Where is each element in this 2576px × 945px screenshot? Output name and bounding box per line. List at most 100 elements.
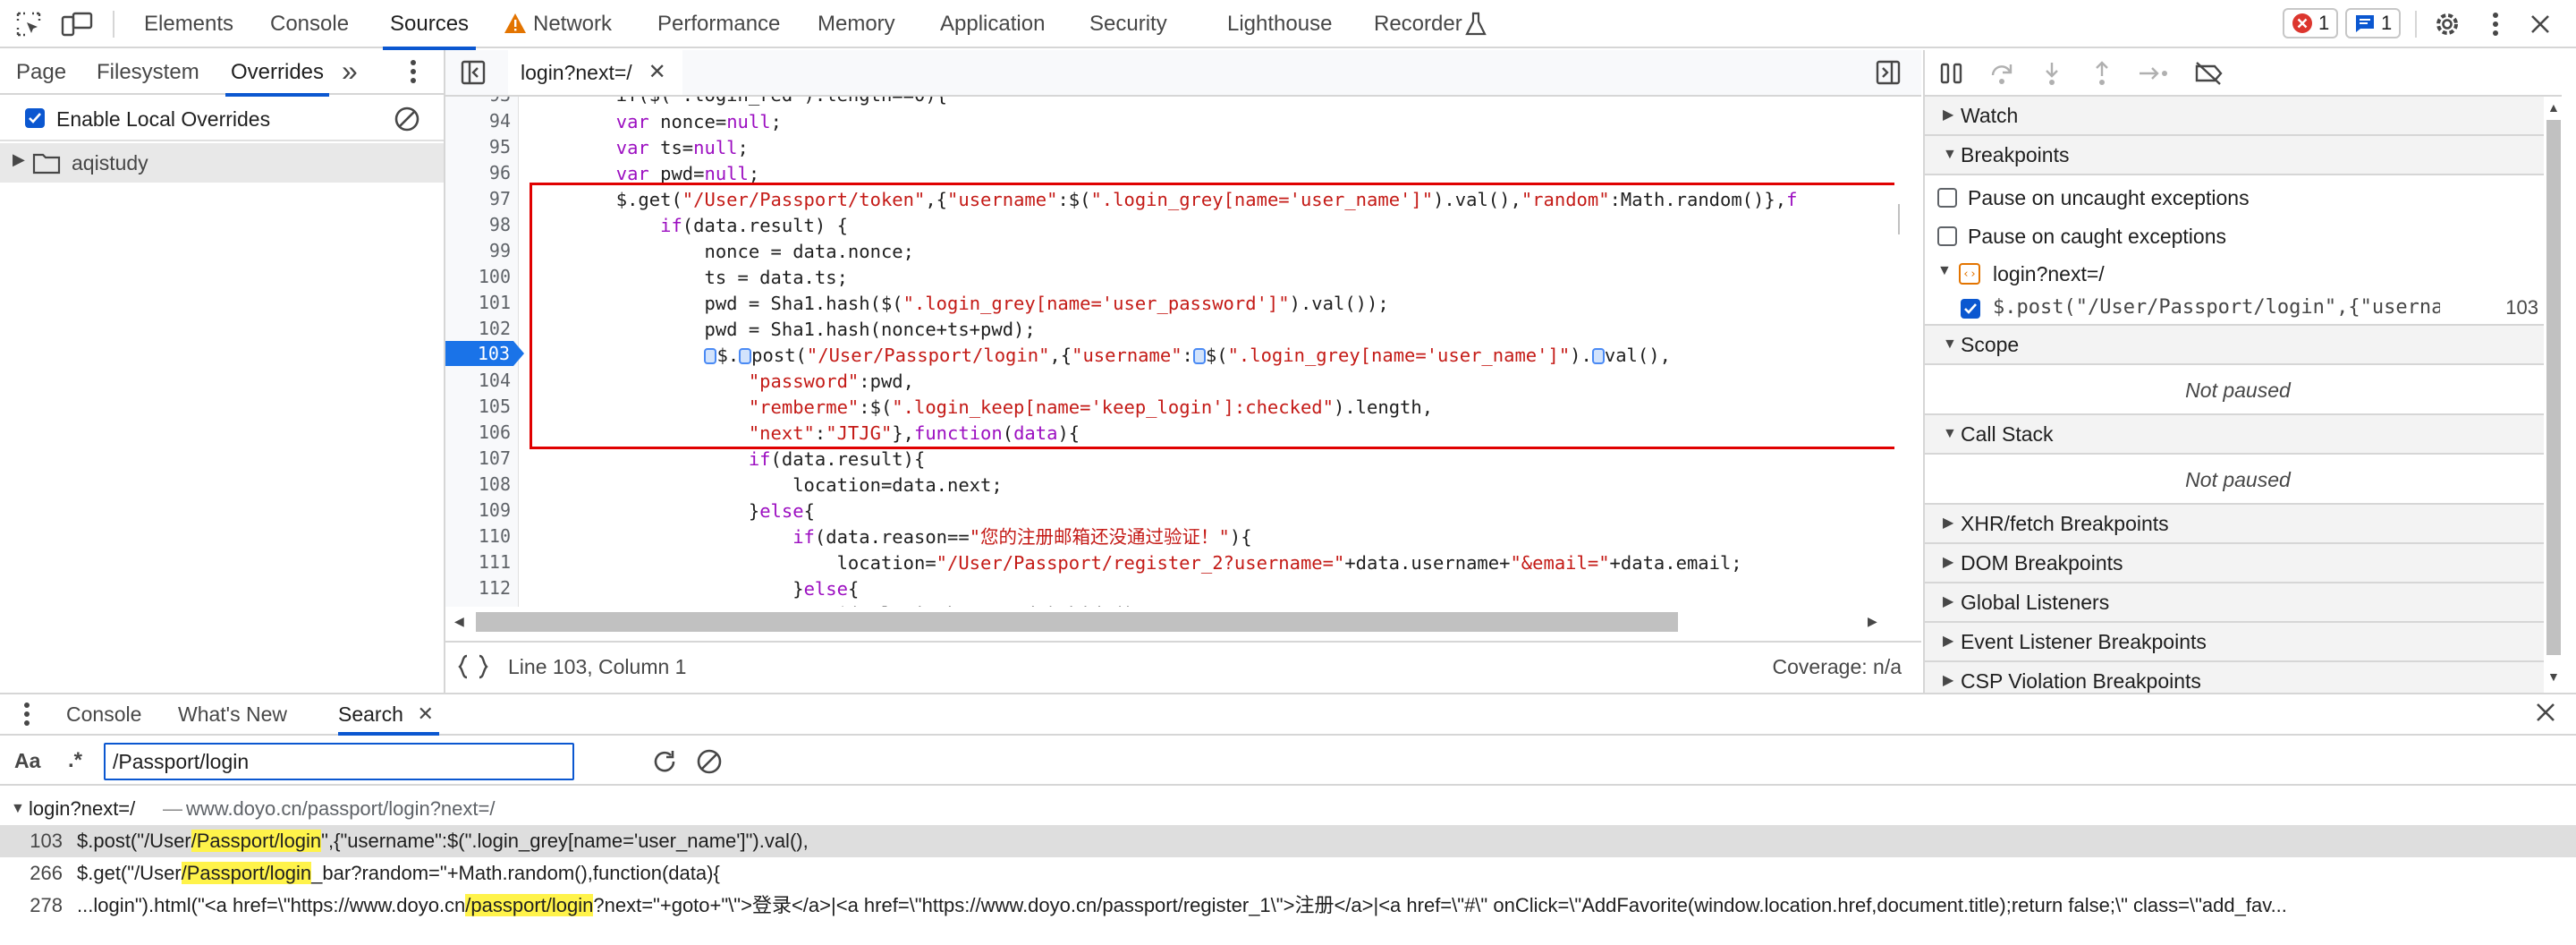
coverage-status[interactable]: Coverage: n/a — [1773, 643, 1902, 691]
search-input[interactable] — [104, 743, 574, 780]
refresh-search-icon[interactable] — [651, 748, 678, 775]
debugger-scroll-down-icon[interactable]: ▼ — [2547, 669, 2560, 684]
breakpoint-checkbox[interactable] — [1961, 299, 1980, 319]
csp-violation-breakpoints-section[interactable]: ▶ CSP Violation Breakpoints — [1925, 662, 2551, 693]
tab-elements[interactable]: Elements — [144, 0, 233, 48]
collapse-arrow-icon[interactable]: ▼ — [1937, 263, 1952, 279]
navigator-menu-icon[interactable] — [410, 59, 417, 84]
drawer-tab-search[interactable]: Search ✕ — [338, 694, 439, 736]
tab-recorder[interactable]: Recorder — [1374, 0, 1462, 48]
line-number[interactable]: 111 — [479, 551, 511, 573]
debugger-scrollbar-thumb[interactable] — [2546, 120, 2561, 655]
line-number[interactable]: 98 — [489, 214, 511, 235]
pause-uncaught-row[interactable]: Pause on uncaught exceptions — [1925, 177, 2551, 218]
scrollbar-thumb[interactable] — [1898, 204, 1900, 234]
line-number[interactable]: 100 — [479, 266, 511, 287]
call-stack-section[interactable]: ▼ Call Stack — [1925, 415, 2551, 455]
close-devtools-icon[interactable] — [2522, 7, 2558, 41]
horizontal-scrollbar[interactable]: ◀ ▶ — [445, 609, 1900, 635]
tab-console[interactable]: Console — [270, 0, 349, 48]
settings-gear-icon[interactable] — [2429, 7, 2465, 41]
line-number[interactable]: 108 — [479, 473, 511, 495]
line-number[interactable]: 97 — [489, 188, 511, 209]
debugger-scrollbar[interactable]: ▲ ▼ — [2544, 97, 2562, 693]
clear-search-icon[interactable] — [696, 748, 723, 775]
regex-button[interactable]: .* — [68, 736, 82, 786]
nav-tab-page[interactable]: Page — [16, 50, 66, 95]
xhr-breakpoints-section[interactable]: ▶ XHR/fetch Breakpoints — [1925, 505, 2551, 544]
device-toolbar-icon[interactable] — [59, 7, 95, 41]
pause-caught-row[interactable]: Pause on caught exceptions — [1925, 217, 2551, 256]
close-drawer-icon[interactable] — [2535, 702, 2556, 723]
drawer-menu-icon[interactable] — [23, 702, 30, 727]
inspect-element-icon[interactable] — [11, 7, 47, 41]
line-number[interactable]: 107 — [479, 447, 511, 469]
tab-application[interactable]: Application — [940, 0, 1045, 48]
event-listener-breakpoints-section[interactable]: ▶ Event Listener Breakpoints — [1925, 623, 2551, 662]
code-lines[interactable]: if($(".login_red").length==0){ var nonce… — [528, 97, 1869, 607]
line-number[interactable]: 94 — [489, 110, 511, 132]
scroll-left-arrow-icon[interactable]: ◀ — [454, 614, 464, 629]
scope-section[interactable]: ▼ Scope — [1925, 326, 2551, 365]
tab-lighthouse[interactable]: Lighthouse — [1227, 0, 1332, 48]
tab-performance[interactable]: Performance — [657, 0, 780, 48]
result-collapse-icon[interactable]: ▼ — [11, 793, 25, 825]
search-result-file[interactable]: ▼ login?next=/ — www.doyo.cn/passport/lo… — [0, 793, 2576, 825]
vertical-scrollbar[interactable]: ▲ ▼ — [1894, 97, 1900, 607]
deactivate-breakpoints-icon[interactable] — [2193, 61, 2224, 86]
pause-caught-checkbox[interactable] — [1937, 226, 1957, 246]
code-editor[interactable]: 93 94 95 96 97 98 99 100 101 102 103 104… — [445, 97, 1900, 607]
tab-sources[interactable]: Sources — [382, 0, 477, 50]
tab-memory[interactable]: Memory — [818, 0, 895, 48]
drawer-tab-whats-new[interactable]: What's New — [178, 694, 287, 734]
pause-resume-icon[interactable] — [1939, 61, 1964, 86]
more-tabs-chevron-icon[interactable]: » — [342, 50, 358, 95]
search-result-line[interactable]: 278 ...login").html("<a href=\"https://ww… — [0, 890, 2576, 922]
match-case-button[interactable]: Aa — [14, 736, 40, 786]
line-number[interactable]: 106 — [479, 421, 511, 443]
line-number[interactable]: 96 — [489, 162, 511, 183]
pretty-print-icon[interactable] — [458, 654, 488, 679]
watch-section[interactable]: ▶ Watch — [1925, 97, 2551, 136]
expand-arrow-icon[interactable]: ▶ — [13, 150, 25, 169]
line-number[interactable]: 105 — [479, 396, 511, 417]
close-tab-icon[interactable]: ✕ — [648, 50, 666, 95]
nav-tab-filesystem[interactable]: Filesystem — [97, 50, 199, 95]
breakpoints-section[interactable]: ▼ Breakpoints — [1925, 136, 2551, 175]
line-number[interactable]: 109 — [479, 499, 511, 521]
debugger-scroll-up-icon[interactable]: ▲ — [2547, 100, 2560, 115]
file-tab-login[interactable]: login?next=/ ✕ — [508, 50, 682, 95]
search-result-line[interactable]: 103 $.post("/User/Passport/login",{"usern… — [0, 825, 2576, 857]
nav-tab-overrides[interactable]: Overrides — [225, 50, 330, 97]
search-result-line[interactable]: 266 $.get("/User/Passport/login_bar?rando… — [0, 857, 2576, 890]
toggle-navigator-icon[interactable] — [460, 59, 487, 86]
line-number-gutter[interactable]: 93 94 95 96 97 98 99 100 101 102 103 104… — [445, 97, 524, 607]
pause-uncaught-checkbox[interactable] — [1937, 188, 1957, 208]
tab-network[interactable]: Network — [533, 0, 612, 48]
clear-overrides-icon[interactable] — [394, 106, 420, 132]
line-number[interactable]: 102 — [479, 318, 511, 339]
override-folder-item[interactable]: ▶ aqistudy — [0, 143, 444, 183]
message-count-badge[interactable]: 1 — [2345, 8, 2402, 38]
scroll-right-arrow-icon[interactable]: ▶ — [1868, 614, 1877, 629]
enable-overrides-checkbox[interactable] — [25, 108, 45, 128]
line-number[interactable]: 95 — [489, 136, 511, 158]
toggle-debugger-icon[interactable] — [1875, 59, 1902, 86]
horizontal-scrollbar-thumb[interactable] — [476, 612, 1678, 632]
step-into-icon[interactable] — [2039, 61, 2064, 86]
breakpoint-file-row[interactable]: ▼ ‹› login?next=/ — [1925, 256, 2551, 292]
line-number[interactable]: 101 — [479, 292, 511, 313]
error-count-badge[interactable]: 1 — [2283, 8, 2339, 38]
line-number[interactable]: 112 — [479, 577, 511, 599]
breakpoint-marker[interactable]: 103 — [445, 341, 526, 366]
breakpoint-entry[interactable]: $.post("/User/Passport/login",{"usernam…… — [1925, 292, 2551, 326]
step-out-icon[interactable] — [2089, 61, 2114, 86]
line-number[interactable]: 99 — [489, 240, 511, 261]
line-number[interactable]: 104 — [479, 370, 511, 391]
dom-breakpoints-section[interactable]: ▶ DOM Breakpoints — [1925, 544, 2551, 583]
close-search-tab-icon[interactable]: ✕ — [417, 694, 433, 734]
step-icon[interactable] — [2138, 61, 2170, 86]
drawer-tab-console[interactable]: Console — [66, 694, 141, 734]
line-number[interactable]: 110 — [479, 525, 511, 547]
global-listeners-section[interactable]: ▶ Global Listeners — [1925, 583, 2551, 623]
